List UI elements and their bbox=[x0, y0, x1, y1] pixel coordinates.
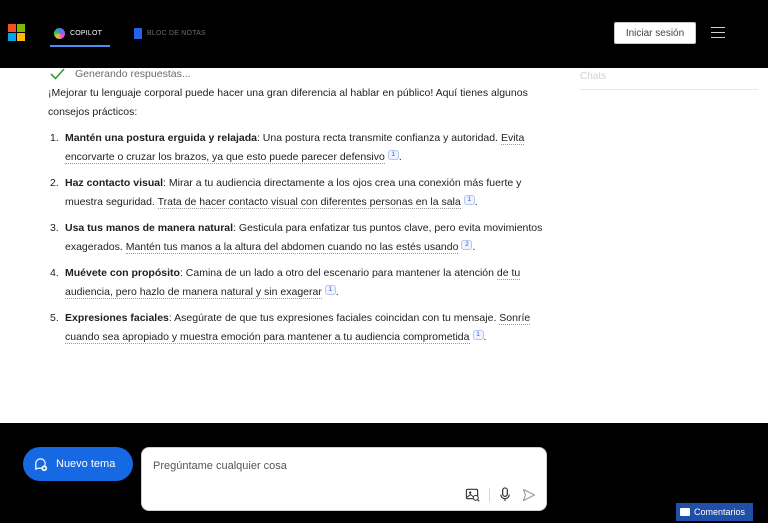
feedback-button[interactable]: Comentarios bbox=[676, 503, 753, 521]
top-header: COPILOT BLOC DE NOTAS Iniciar sesión bbox=[0, 0, 768, 68]
new-topic-label: Nuevo tema bbox=[56, 458, 116, 470]
microsoft-logo[interactable] bbox=[8, 24, 25, 41]
chats-panel: Chats bbox=[580, 68, 768, 424]
list-item: 3. Usa tus manos de manera natural: Gest… bbox=[50, 222, 543, 254]
citation-badge[interactable]: 1 bbox=[387, 150, 399, 160]
image-search-icon[interactable] bbox=[465, 487, 480, 502]
notebook-icon bbox=[134, 28, 142, 39]
citation-badge[interactable]: 1 bbox=[472, 330, 484, 340]
status-text: Generando respuestas... bbox=[75, 68, 191, 80]
citation-badge[interactable]: 1 bbox=[324, 285, 336, 295]
cited-text[interactable]: Trata de hacer contacto visual con difer… bbox=[157, 196, 461, 209]
citation-badge[interactable]: 2 bbox=[461, 240, 473, 250]
chats-panel-title: Chats bbox=[580, 71, 607, 82]
chat-response: Generando respuestas... ¡Mejorar tu leng… bbox=[48, 68, 548, 423]
prompt-box bbox=[141, 447, 547, 511]
feedback-label: Comentarios bbox=[694, 507, 746, 517]
tab-copilot-label: COPILOT bbox=[70, 30, 103, 37]
send-icon[interactable] bbox=[522, 488, 536, 502]
new-topic-button[interactable]: Nuevo tema bbox=[23, 447, 133, 481]
prompt-input[interactable] bbox=[153, 458, 533, 474]
list-item: 5. Expresiones faciales: Asegúrate de qu… bbox=[50, 312, 531, 344]
list-item: 1. Mantén una postura erguida y relajada… bbox=[50, 132, 525, 164]
cited-text[interactable]: Mantén tus manos a la altura del abdomen… bbox=[125, 241, 459, 254]
menu-icon[interactable] bbox=[711, 27, 725, 38]
tab-copilot[interactable]: COPILOT bbox=[54, 28, 102, 39]
toolbar-divider bbox=[489, 488, 490, 502]
copilot-icon bbox=[54, 28, 65, 39]
response-intro: ¡Mejorar tu lenguaje corporal puede hace… bbox=[48, 87, 528, 118]
tab-notebook[interactable]: BLOC DE NOTAS bbox=[134, 28, 206, 39]
list-item: 4. Muévete con propósito: Camina de un l… bbox=[50, 267, 521, 299]
checkmark-icon bbox=[50, 68, 65, 80]
tab-notebook-label: BLOC DE NOTAS bbox=[147, 30, 206, 37]
citation-badge[interactable]: 1 bbox=[463, 195, 475, 205]
feedback-icon bbox=[680, 508, 690, 516]
list-item: 2. Haz contacto visual: Mirar a tu audie… bbox=[50, 177, 522, 209]
new-chat-icon bbox=[35, 457, 48, 471]
tips-list: 1. Mantén una postura erguida y relajada… bbox=[48, 129, 548, 347]
microphone-icon[interactable] bbox=[498, 487, 512, 502]
response-status: Generando respuestas... bbox=[48, 68, 548, 81]
divider bbox=[580, 89, 758, 90]
sign-in-button[interactable]: Iniciar sesión bbox=[614, 22, 696, 44]
active-tab-indicator bbox=[50, 45, 110, 47]
